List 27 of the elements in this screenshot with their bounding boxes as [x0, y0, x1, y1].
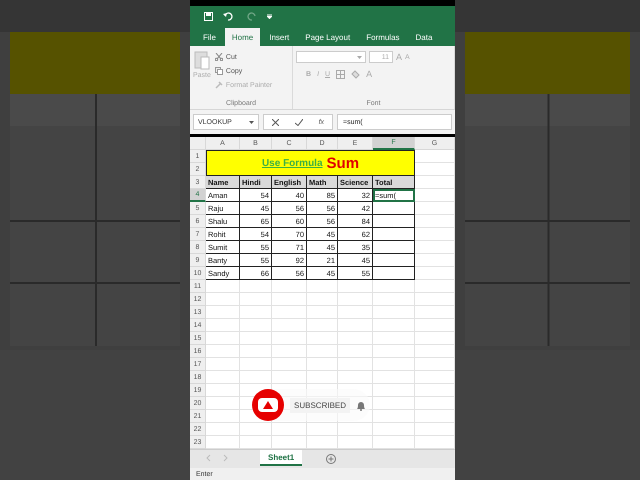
title-text: Use Formula: [262, 158, 323, 168]
caret-icon: [357, 56, 362, 58]
scissors-icon[interactable]: [214, 53, 223, 61]
ribbon-tab[interactable]: Insert: [262, 28, 296, 46]
undo-icon[interactable]: [223, 12, 235, 20]
ribbon-tab[interactable]: Page Layout: [298, 28, 358, 46]
subscribed-label[interactable]: SUBSCRIBED: [290, 398, 350, 412]
ribbon-tab[interactable]: Formulas: [359, 28, 407, 46]
add-sheet-icon[interactable]: [326, 454, 336, 464]
customize-icon[interactable]: [267, 14, 272, 18]
font-name-dropdown[interactable]: [296, 51, 366, 63]
title-emphasis: Sum: [326, 154, 360, 172]
copy-icon[interactable]: [214, 67, 223, 75]
check-icon[interactable]: [294, 118, 303, 126]
redo-icon[interactable]: [245, 12, 257, 20]
bell-icon[interactable]: [356, 400, 366, 410]
cancel-icon[interactable]: [272, 118, 279, 126]
borders-icon[interactable]: [336, 70, 346, 78]
save-icon[interactable]: [204, 12, 213, 20]
subscribe-icon[interactable]: [252, 389, 284, 421]
ribbon-tab[interactable]: Home: [224, 28, 260, 46]
sheet-tab[interactable]: Sheet1: [260, 450, 302, 466]
ribbon-tab[interactable]: Data: [408, 28, 440, 46]
select-all-corner[interactable]: [190, 137, 206, 150]
caret-icon: [249, 120, 254, 124]
paste-icon[interactable]: [194, 50, 210, 70]
ribbon-tab[interactable]: File: [196, 28, 223, 46]
